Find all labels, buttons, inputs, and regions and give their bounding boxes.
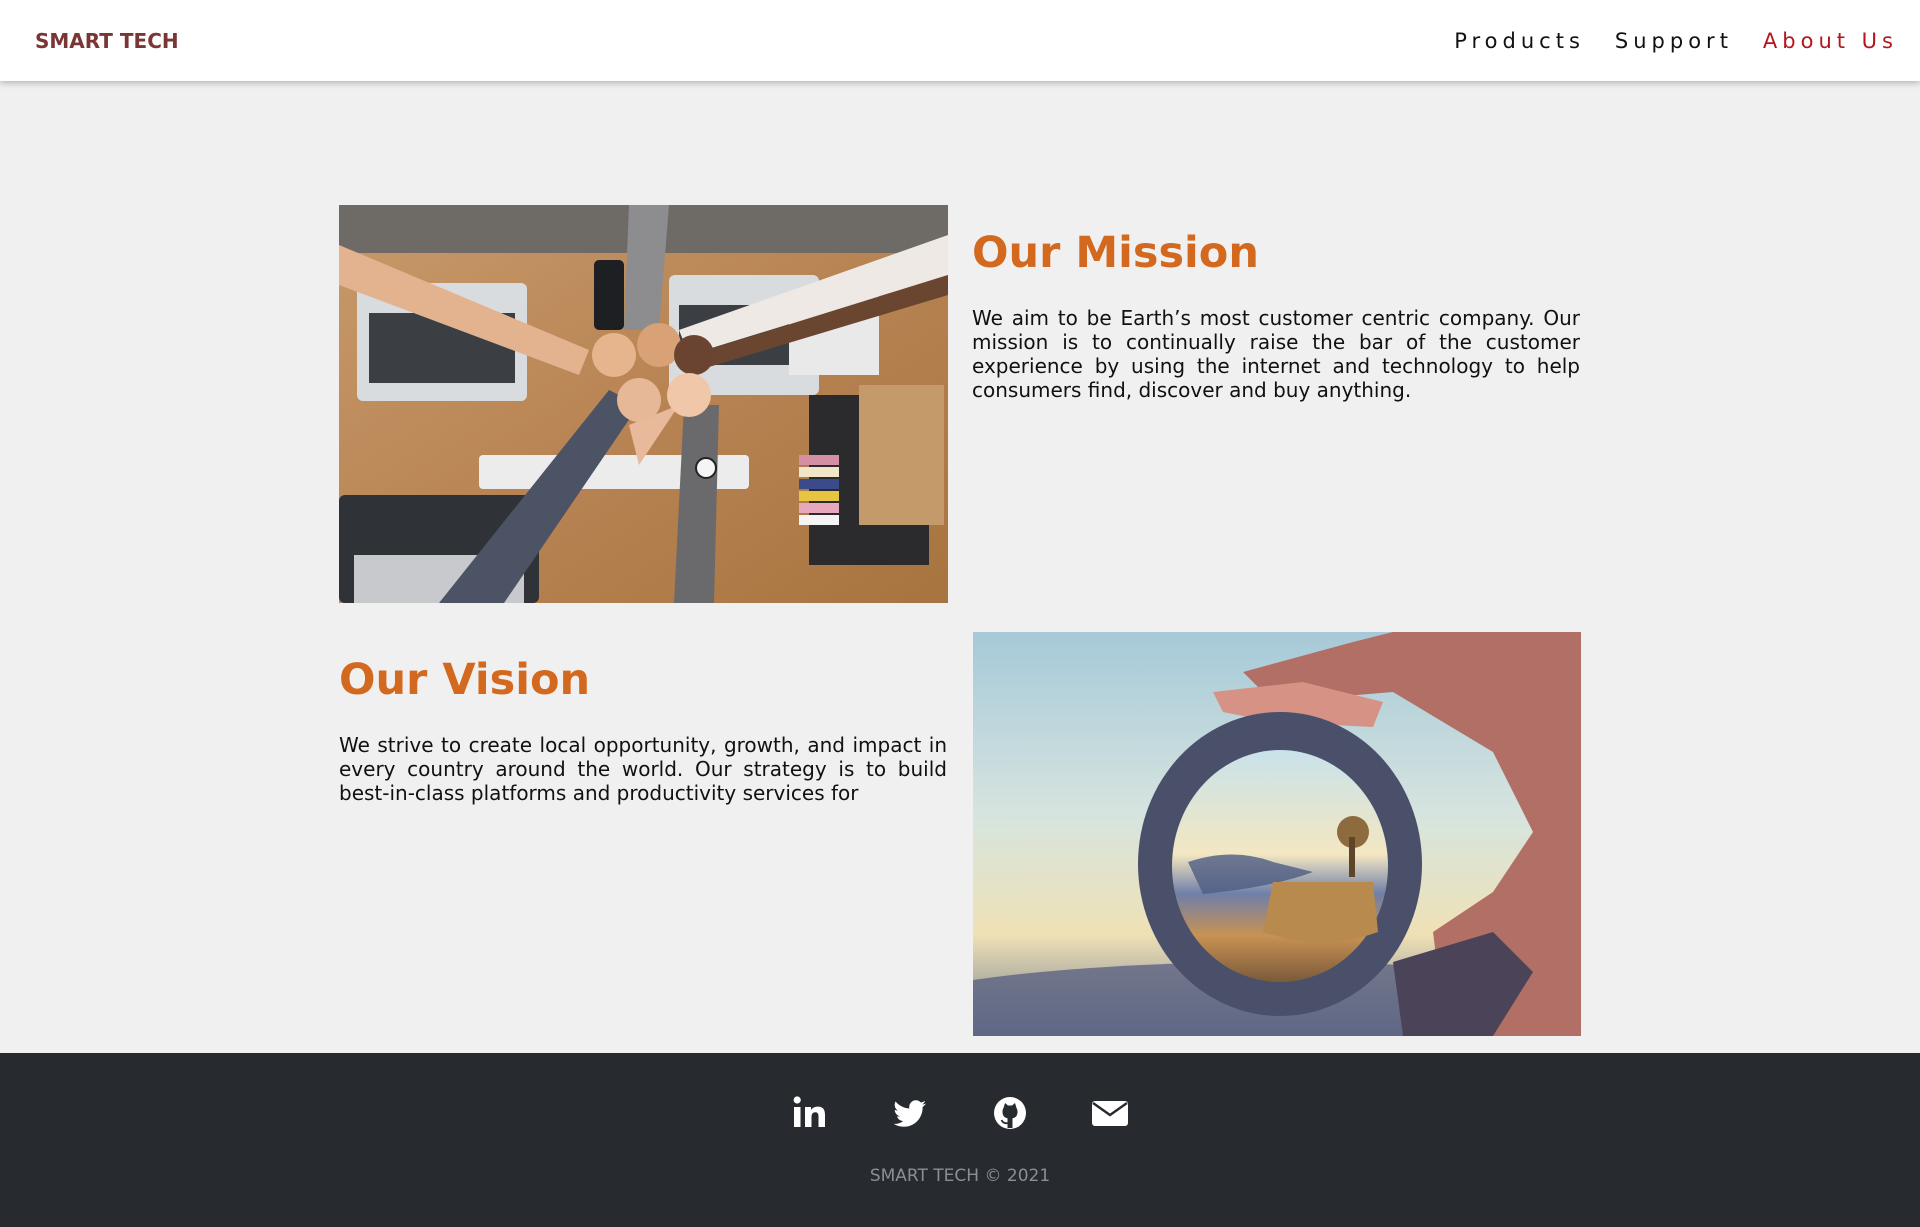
mission-text: We aim to be Earth’s most customer centr…	[972, 306, 1580, 402]
nav-menu: Products Support About Us	[1454, 29, 1898, 53]
email-icon[interactable]	[1092, 1093, 1128, 1133]
nav-products[interactable]: Products	[1454, 29, 1585, 53]
navbar: SMART TECH Products Support About Us	[0, 0, 1920, 81]
social-links	[0, 1093, 1920, 1133]
nav-about-us[interactable]: About Us	[1763, 29, 1898, 53]
linkedin-icon[interactable]	[792, 1093, 828, 1133]
mission-image	[339, 205, 948, 603]
footer	[0, 1053, 1920, 1227]
github-icon[interactable]	[992, 1093, 1028, 1133]
twitter-icon[interactable]	[892, 1093, 928, 1133]
vision-text: We strive to create local opportunity, g…	[339, 733, 947, 805]
vision-image	[973, 632, 1581, 1036]
mission-title: Our Mission	[972, 228, 1259, 278]
brand-logo[interactable]: SMART TECH	[35, 29, 179, 53]
copyright-text: SMART TECH © 2021	[869, 1166, 1051, 1186]
vision-title: Our Vision	[339, 655, 591, 705]
nav-support[interactable]: Support	[1615, 29, 1733, 53]
